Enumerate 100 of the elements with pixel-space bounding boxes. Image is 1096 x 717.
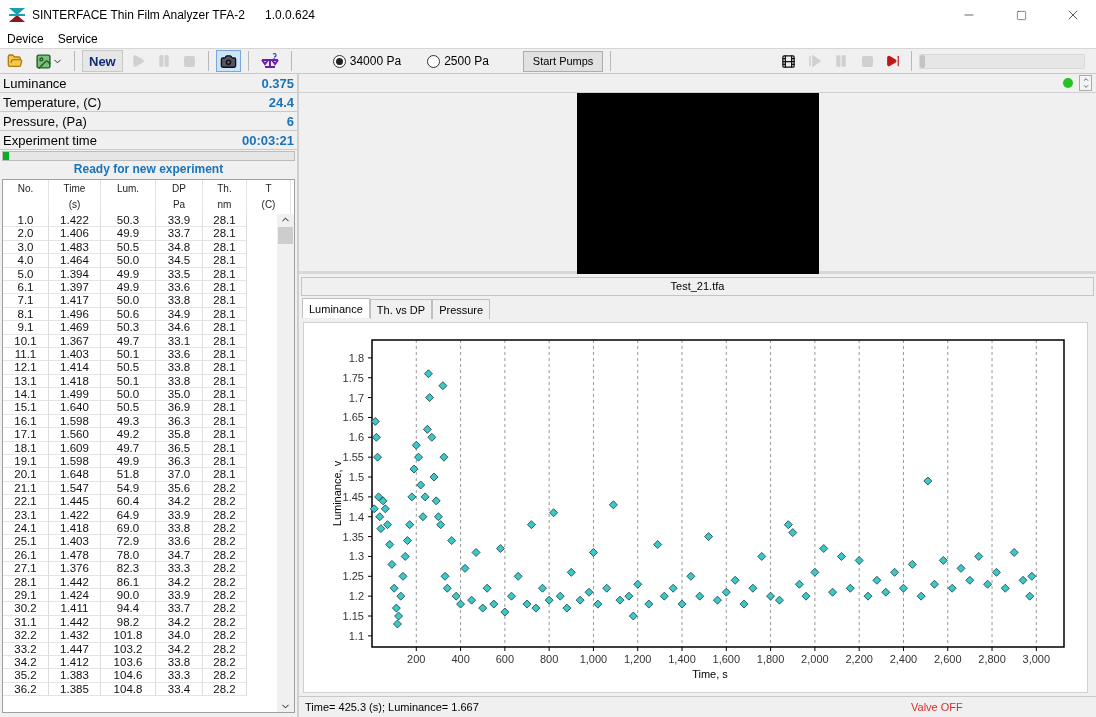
table-cell: 1.640 (49, 401, 101, 415)
data-point (644, 599, 654, 609)
data-point (478, 603, 488, 613)
data-point (383, 520, 392, 530)
readout-value: 24.4 (268, 94, 294, 110)
data-point (380, 504, 390, 514)
table-cell: 28.2 (203, 481, 247, 496)
data-point (429, 472, 439, 482)
table-cell: 18.1 (3, 441, 49, 456)
table-cell: 104.8 (101, 682, 156, 697)
table-cell: 28.2 (203, 522, 247, 536)
y-tick-label: 1.5 (348, 471, 364, 483)
table-cell: 16.1 (3, 414, 49, 429)
data-point (396, 591, 406, 601)
table-cell: 11.1 (3, 347, 49, 362)
table-cell: 33.6 (156, 280, 203, 295)
table-cell: 50.0 (101, 294, 156, 308)
data-point (872, 575, 882, 585)
data-point (431, 496, 441, 506)
data-point (438, 381, 448, 391)
table-cell: 28.1 (203, 294, 247, 308)
table-cell: 50.5 (101, 240, 156, 255)
table-cell: 34.8 (156, 240, 203, 255)
x-tick-label: 2,200 (845, 653, 873, 665)
table-cell: 1.385 (49, 682, 101, 697)
table-cell: 28.2 (203, 548, 247, 563)
image-icon (35, 52, 52, 70)
data-point (549, 508, 558, 518)
y-tick-label: 1.4 (348, 510, 364, 523)
table-cell: 50.3 (101, 321, 156, 335)
data-point (907, 560, 917, 569)
table-cell: 20.1 (3, 468, 49, 482)
table-cell: 26.1 (3, 548, 49, 563)
data-point (482, 583, 492, 593)
tab[interactable]: Th. vs DP (369, 299, 433, 319)
x-tick-label: 400 (451, 653, 470, 665)
y-tick-label: 1.2 (348, 590, 364, 603)
data-point (373, 452, 382, 462)
table-cell: 98.2 (101, 615, 156, 630)
data-point (387, 560, 397, 569)
table-cell: 28.2 (203, 615, 247, 630)
data-point (398, 571, 408, 581)
app-logo-icon (8, 7, 26, 23)
table-cell: 33.8 (156, 294, 203, 308)
data-point (575, 595, 585, 605)
readout-value: 0.375 (261, 75, 294, 91)
table-cell: 51.8 (101, 468, 156, 482)
tab[interactable]: Pressure (432, 299, 491, 319)
table-cell: 28.1 (203, 401, 247, 415)
table-cell: 8.1 (3, 307, 49, 322)
data-point (374, 492, 384, 502)
table-cell: 1.422 (49, 508, 101, 522)
new-button[interactable]: New (82, 50, 123, 72)
data-point (704, 532, 713, 541)
table-cell: 33.9 (156, 508, 203, 522)
table-cell: 28.1 (203, 334, 247, 348)
table-cell: 31.1 (3, 615, 49, 630)
scrollbar[interactable] (277, 214, 294, 712)
tab[interactable]: Luminance (302, 298, 370, 318)
spin-button[interactable] (1079, 75, 1092, 91)
table-cell: 64.9 (101, 508, 156, 522)
start-pumps-button[interactable]: Start Pumps (522, 50, 604, 72)
table-cell: 1.447 (49, 642, 101, 656)
playback-slider[interactable] (919, 53, 1085, 69)
table-cell: 33.1 (156, 334, 203, 348)
column-header: DP Pa (156, 180, 203, 214)
data-point (447, 536, 457, 545)
data-point (974, 552, 984, 561)
table-cell: 1.598 (49, 455, 101, 469)
menu-item[interactable]: Service (57, 32, 98, 46)
data-point (411, 440, 421, 450)
data-point (414, 452, 423, 462)
table-cell: 28.1 (203, 321, 247, 335)
table-cell: 36.3 (156, 414, 203, 429)
camera-button[interactable] (215, 50, 241, 72)
data-point (403, 536, 412, 545)
x-tick-label: 1,800 (756, 653, 785, 665)
data-point (947, 583, 957, 593)
table-cell: 34.5 (156, 254, 203, 268)
table-cell: 28.2 (203, 642, 247, 656)
readout-label: Pressure, (Pa) (3, 113, 87, 129)
table-cell: 6.1 (3, 280, 49, 295)
menu-item[interactable]: Device (7, 32, 44, 46)
table-cell: 28.1 (203, 388, 247, 402)
x-tick-label: 1,600 (712, 653, 741, 665)
table-cell: 33.3 (156, 669, 203, 683)
pressure-radio[interactable]: 2500 Pa (427, 54, 489, 68)
scroll-thumb[interactable] (278, 227, 293, 244)
column-header: No. (3, 180, 49, 214)
data-point (589, 548, 598, 557)
data-point (527, 520, 536, 530)
table-cell: 28.2 (203, 655, 247, 670)
table-cell: 28.1 (3, 575, 49, 589)
pressure-radio[interactable]: 34000 Pa (332, 54, 402, 68)
table-cell: 28.1 (203, 428, 247, 442)
table-cell: 34.7 (156, 548, 203, 563)
table-cell: 33.8 (156, 522, 203, 536)
table-cell: 94.4 (101, 602, 156, 616)
table-cell: 1.560 (49, 428, 101, 442)
table-cell: 104.6 (101, 669, 156, 683)
